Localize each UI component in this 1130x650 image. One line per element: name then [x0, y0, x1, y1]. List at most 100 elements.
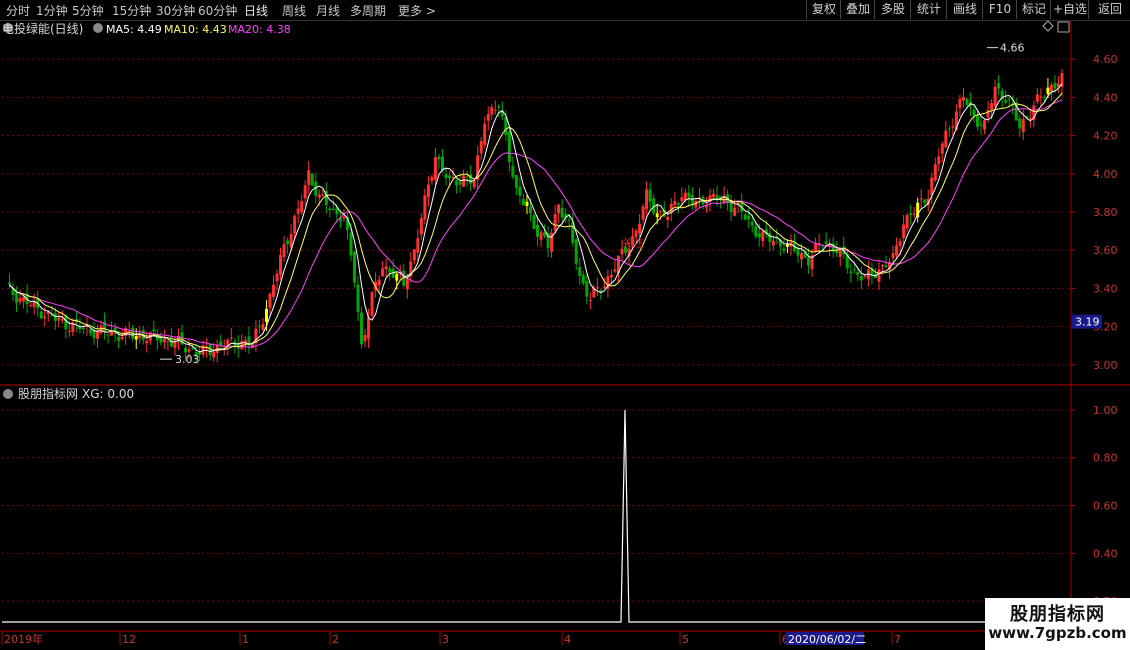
candle-body — [469, 174, 473, 184]
candle-body — [958, 99, 962, 108]
candle-body — [676, 203, 680, 205]
candle-body — [493, 109, 497, 111]
sub-y-tick-label: 0.60 — [1093, 500, 1118, 513]
candle-body — [444, 174, 448, 179]
candle-body — [22, 297, 26, 302]
candle-body — [310, 173, 314, 186]
xg-label: XG: 0.00 — [82, 387, 134, 401]
candle-body — [1039, 96, 1043, 98]
sub-y-tick-label: 1.00 — [1093, 404, 1118, 417]
candle-body — [933, 164, 937, 181]
candle-body — [212, 352, 216, 358]
candle-body — [560, 207, 564, 218]
candle-body — [620, 248, 624, 255]
candle-body — [15, 292, 19, 303]
candle-body — [733, 207, 737, 216]
candle-body — [877, 269, 881, 282]
candle-body — [307, 170, 311, 185]
candle-body — [880, 264, 884, 267]
candle-body — [1028, 117, 1032, 119]
candle-body — [979, 124, 983, 126]
candle-body — [363, 334, 367, 342]
candle-body — [317, 194, 321, 198]
candle-body — [863, 275, 867, 277]
candles — [8, 69, 1064, 365]
main-y-tick-label: 4.20 — [1093, 130, 1118, 143]
candle-body — [99, 325, 103, 334]
candle-body — [384, 266, 388, 270]
chart-canvas[interactable]: 3.003.203.403.603.804.004.204.404.600.20… — [0, 0, 1130, 650]
candle-body — [1007, 99, 1011, 101]
candle-body — [771, 240, 775, 246]
candle-body — [1049, 84, 1053, 92]
ma5-line — [9, 83, 1063, 353]
candle-body — [134, 336, 138, 340]
candle-body — [117, 337, 121, 341]
candle-body — [1004, 99, 1008, 103]
candle-body — [574, 239, 578, 264]
candle-body — [261, 323, 265, 330]
candle-body — [166, 341, 170, 343]
candle-body — [673, 201, 677, 206]
candle-body — [60, 319, 64, 321]
candle-body — [342, 216, 346, 219]
candle-body — [557, 204, 561, 214]
candle-body — [511, 165, 515, 177]
signal-annotation: 关注 — [622, 235, 644, 249]
candle-body — [655, 213, 659, 218]
candle-body — [838, 248, 842, 257]
candle-body — [951, 126, 955, 128]
candle-body — [754, 226, 758, 237]
watermark-url: www.7gpzb.com — [988, 624, 1127, 642]
candle-body — [303, 185, 307, 199]
candle-body — [106, 334, 110, 336]
candle-body — [162, 338, 166, 343]
ma20-label: MA20: 4.38 — [228, 23, 291, 36]
candle-body — [490, 107, 494, 115]
main-panel-title: 电投绿能(日线) — [2, 21, 83, 36]
candle-body — [518, 186, 522, 196]
sub-panel-title: 股朋指标网 — [18, 386, 78, 401]
candle-body — [321, 194, 325, 196]
candle-body — [859, 276, 863, 281]
candle-body — [761, 230, 765, 242]
watermark-title: 股朋指标网 — [1010, 604, 1105, 625]
main-y-tick-label: 4.00 — [1093, 168, 1118, 181]
sub-y-tick-label: 0.40 — [1093, 547, 1118, 560]
x-tick-label: 5 — [682, 633, 689, 646]
candle-body — [990, 103, 994, 110]
candle-body — [1042, 96, 1046, 98]
candle-body — [638, 223, 642, 234]
candle-body — [919, 198, 923, 200]
x-tick-label: 1 — [242, 633, 249, 646]
candle-body — [67, 330, 71, 332]
low-label: 3.03 — [175, 353, 200, 366]
candle-body — [472, 181, 476, 188]
candle-body — [433, 157, 437, 180]
candle-body — [602, 286, 606, 289]
sub-collapse-icon — [3, 389, 13, 399]
candle-body — [782, 248, 786, 251]
candle-body — [412, 249, 416, 261]
main-y-tick-label: 4.60 — [1093, 53, 1118, 66]
candle-body — [940, 143, 944, 154]
high-label: 4.66 — [1000, 42, 1025, 55]
x-tick-label: 4 — [564, 633, 571, 646]
main-y-tick-label: 3.40 — [1093, 282, 1118, 295]
candle-body — [609, 274, 613, 278]
candle-body — [993, 86, 997, 106]
candle-body — [961, 97, 965, 101]
candle-body — [229, 337, 233, 339]
candle-body — [152, 329, 156, 332]
ma-options-icon — [93, 23, 103, 33]
candle-body — [8, 282, 12, 285]
candle-body — [296, 208, 300, 214]
candle-body — [898, 241, 902, 246]
candle-body — [750, 221, 754, 226]
candle-body — [497, 106, 501, 108]
candle-body — [849, 271, 853, 274]
candle-body — [824, 241, 828, 244]
candle-body — [1018, 118, 1022, 129]
x-tick-label: 2 — [332, 633, 339, 646]
candle-body — [581, 274, 585, 284]
